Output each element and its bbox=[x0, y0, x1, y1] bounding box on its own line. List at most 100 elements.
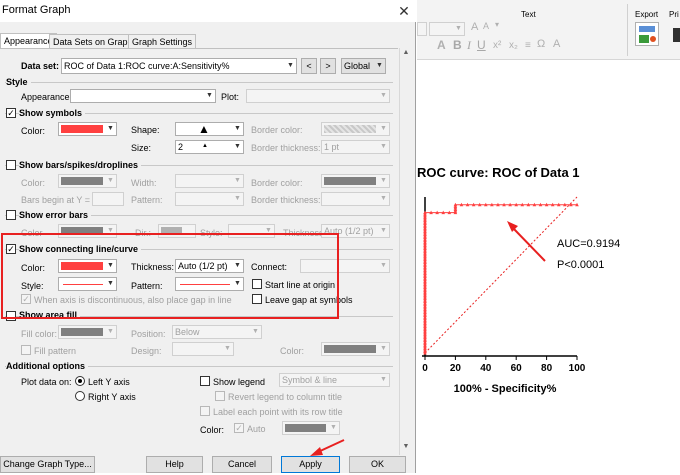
position-select[interactable]: Below ▼ bbox=[172, 325, 262, 339]
bars-border-color-label: Border color: bbox=[251, 178, 303, 188]
close-icon[interactable]: ✕ bbox=[394, 1, 414, 21]
help-button[interactable]: Help bbox=[146, 456, 203, 473]
chevron-down-icon: ▾ bbox=[495, 20, 500, 29]
chevron-down-icon: ▼ bbox=[107, 177, 114, 184]
bars-pattern-select[interactable]: ▼ bbox=[175, 192, 244, 206]
left-y-axis-radio[interactable] bbox=[75, 376, 85, 386]
chevron-down-icon: ▼ bbox=[380, 345, 387, 352]
roc-chart: ROC curve: ROC of Data 1 0 20 40 60 80 100 10… bbox=[417, 165, 620, 395]
dataset-select[interactable]: ROC of Data 1:ROC curve:A:Sensitivity% ▼ bbox=[61, 58, 297, 74]
chevron-down-icon: ▼ bbox=[234, 177, 241, 184]
label-each-point-label: Label each point with its row title bbox=[213, 407, 343, 417]
symbol-border-color-select[interactable]: ▼ bbox=[321, 122, 390, 136]
fill-pattern-checkbox[interactable] bbox=[21, 345, 31, 355]
text-color-icon[interactable]: A bbox=[553, 38, 560, 50]
plot-data-on-label: Plot data on: bbox=[21, 377, 72, 387]
reference-diagonal bbox=[424, 196, 578, 354]
appearance-select[interactable]: ▼ bbox=[70, 89, 216, 103]
chevron-down-icon: ▼ bbox=[107, 125, 114, 132]
chevron-down-icon: ▼ bbox=[206, 92, 213, 99]
label-color-select[interactable]: ▼ bbox=[282, 421, 340, 435]
chevron-down-icon: ▼ bbox=[380, 125, 387, 132]
bars-color-label: Color: bbox=[21, 178, 46, 188]
chevron-down-icon: ▼ bbox=[234, 143, 241, 150]
bars-width-label: Width: bbox=[131, 178, 157, 188]
size-value: 2 bbox=[178, 142, 184, 152]
show-legend-checkbox[interactable] bbox=[200, 376, 210, 386]
next-dataset-button[interactable]: > bbox=[320, 58, 336, 74]
design-select[interactable]: ▼ bbox=[172, 342, 234, 356]
export-icon-bar bbox=[639, 26, 655, 32]
align-icon[interactable]: ≡ bbox=[525, 40, 531, 51]
symbol-color-select[interactable]: ▼ bbox=[58, 122, 117, 136]
scroll-down-icon[interactable]: ▼ bbox=[401, 443, 411, 453]
revert-legend-checkbox[interactable] bbox=[215, 391, 225, 401]
bars-width-select[interactable]: ▼ bbox=[175, 174, 244, 188]
italic-icon[interactable]: I bbox=[467, 38, 471, 53]
plot-select[interactable]: ▼ bbox=[246, 89, 390, 103]
show-bars-checkbox[interactable] bbox=[6, 160, 16, 170]
symbol-icon[interactable]: Ω bbox=[537, 38, 545, 50]
show-error-bars-checkbox[interactable] bbox=[6, 210, 16, 220]
additional-options-header: Additional options bbox=[6, 361, 88, 371]
size-label: Size: bbox=[131, 143, 152, 153]
show-symbols-checkbox[interactable]: ✓ bbox=[6, 108, 16, 118]
tab-data-sets-on-graph[interactable]: Data Sets on Graph bbox=[49, 34, 137, 49]
label-color-swatch bbox=[285, 424, 326, 432]
export-icon-dot bbox=[650, 36, 656, 42]
bold-b-icon[interactable]: B bbox=[453, 38, 462, 52]
superscript-icon[interactable]: x₂ bbox=[509, 40, 518, 51]
subscript-icon[interactable]: x² bbox=[493, 40, 501, 51]
bars-color-select[interactable]: ▼ bbox=[58, 174, 117, 188]
fill-color-select[interactable]: ▼ bbox=[58, 325, 117, 339]
font-family-select[interactable] bbox=[417, 22, 427, 36]
font-size-select[interactable]: ▼ bbox=[429, 22, 465, 36]
cancel-button[interactable]: Cancel bbox=[212, 456, 272, 473]
symbol-border-thickness-select[interactable]: 1 pt ▼ bbox=[321, 140, 390, 154]
scroll-up-icon[interactable]: ▲ bbox=[401, 49, 411, 59]
auto-color-label: Auto bbox=[247, 424, 266, 434]
size-select[interactable]: 2 ▲ ▼ bbox=[175, 140, 244, 154]
scope-value: Global bbox=[344, 61, 371, 71]
print-icon[interactable] bbox=[673, 28, 680, 42]
prev-dataset-button[interactable]: < bbox=[301, 58, 317, 74]
export-icon[interactable] bbox=[635, 22, 659, 46]
area-color-select[interactable]: ▼ bbox=[321, 342, 390, 356]
appearance-label: Appearance: bbox=[21, 92, 73, 102]
border-thickness-value: 1 pt bbox=[324, 142, 340, 152]
area-color-swatch bbox=[324, 345, 376, 353]
show-bars-label: Show bars/spikes/droplines bbox=[19, 160, 142, 170]
increase-font-icon[interactable]: A bbox=[471, 21, 478, 33]
panel-scrollbar[interactable] bbox=[399, 48, 413, 455]
right-y-axis-radio[interactable] bbox=[75, 391, 85, 401]
ribbon-divider bbox=[627, 4, 628, 56]
symbol-border-color-label: Border color: bbox=[251, 125, 303, 135]
bars-border-thickness-label: Border thickness: bbox=[251, 195, 321, 205]
ok-button[interactable]: OK bbox=[349, 456, 406, 473]
bars-border-thickness-select[interactable]: ▼ bbox=[321, 192, 390, 206]
series-line bbox=[424, 204, 577, 353]
right-y-axis-label: Right Y axis bbox=[88, 392, 136, 402]
triangle-icon: ▲ bbox=[198, 122, 210, 136]
chevron-down-icon: ▼ bbox=[380, 376, 387, 383]
bars-border-color-select[interactable]: ▼ bbox=[321, 174, 390, 188]
revert-legend-label: Revert legend to column title bbox=[228, 392, 343, 402]
apply-pointer-arrow bbox=[310, 439, 345, 456]
chevron-down-icon: ▼ bbox=[234, 195, 241, 202]
legend-mode-select[interactable]: Symbol & line ▼ bbox=[279, 373, 390, 387]
x-tick-label: 80 bbox=[541, 363, 553, 374]
p-value-annotation: P<0.0001 bbox=[557, 259, 604, 271]
underline-icon[interactable]: U bbox=[477, 38, 486, 52]
bars-pattern-label: Pattern: bbox=[131, 195, 163, 205]
bold-icon[interactable]: A bbox=[437, 38, 446, 52]
chevron-down-icon: ▼ bbox=[376, 62, 383, 69]
change-graph-type-button[interactable]: Change Graph Type... bbox=[0, 456, 95, 473]
shape-select[interactable]: ▲ ▼ bbox=[175, 122, 244, 136]
bars-begin-input[interactable] bbox=[92, 192, 124, 206]
show-legend-label: Show legend bbox=[213, 377, 266, 387]
tab-graph-settings[interactable]: Graph Settings bbox=[128, 34, 197, 49]
decrease-font-icon[interactable]: A bbox=[483, 21, 489, 31]
label-each-point-checkbox[interactable] bbox=[200, 406, 210, 416]
scope-select[interactable]: Global ▼ bbox=[341, 58, 386, 74]
auto-color-checkbox[interactable]: ✓ bbox=[234, 423, 244, 433]
